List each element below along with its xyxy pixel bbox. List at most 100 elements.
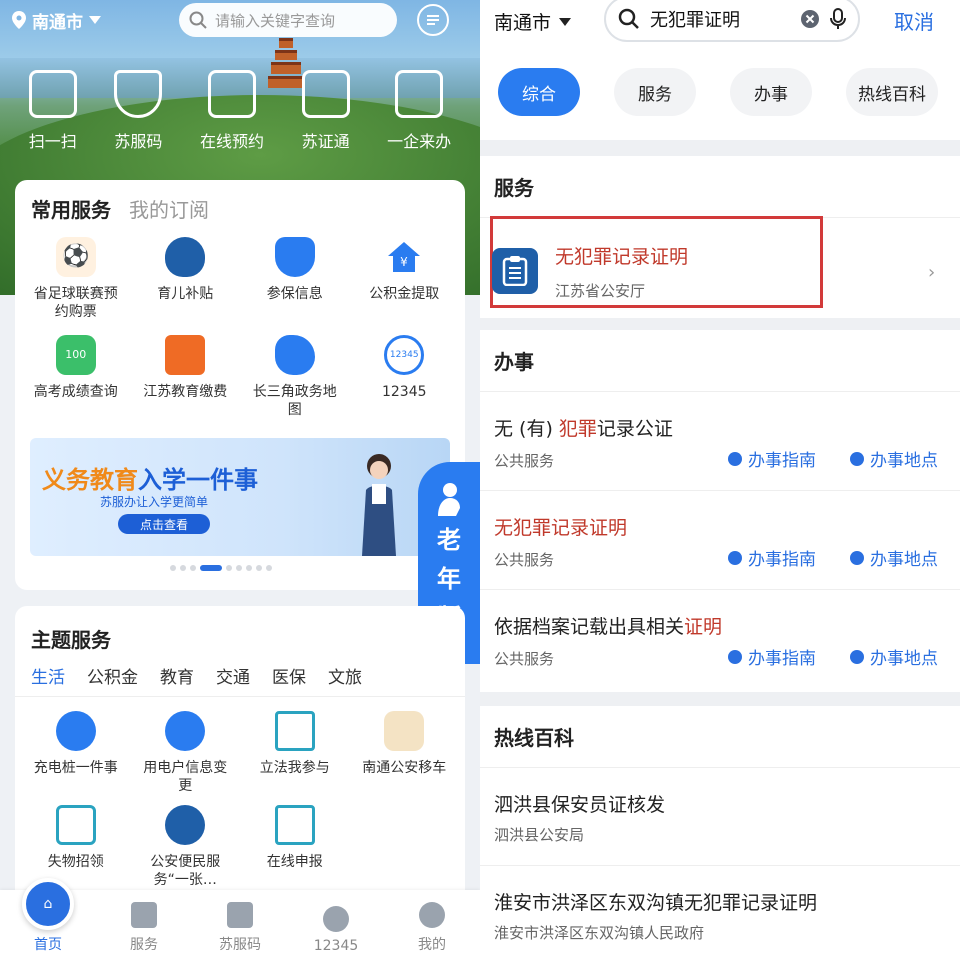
service-childcare-subsidy[interactable]: 育儿补贴 bbox=[131, 237, 241, 321]
guide-link[interactable]: 办事指南 bbox=[728, 545, 816, 570]
bookmark-icon bbox=[131, 902, 157, 928]
hotline-icon bbox=[323, 906, 349, 932]
service-exam-score[interactable]: 100 高考成绩查询 bbox=[21, 335, 131, 419]
theme-online-declare[interactable]: 在线申报 bbox=[240, 805, 350, 887]
nav-mine[interactable]: 我的 bbox=[397, 902, 467, 954]
id-card-icon bbox=[301, 70, 350, 118]
service-education-payment[interactable]: 江苏教育缴费 bbox=[131, 335, 241, 419]
banner-title-a: 义务教育 bbox=[42, 466, 138, 494]
service-label: 用电户信息变更 bbox=[143, 760, 228, 794]
affairs-heading: 办事 bbox=[480, 330, 960, 392]
heart-shield-icon bbox=[114, 70, 163, 118]
nav-label: 苏服码 bbox=[219, 937, 261, 953]
services-section: 服务 无犯罪记录证明 江苏省公安厅 › bbox=[480, 156, 960, 318]
home-topbar: 南通市 请输入关键字查询 bbox=[0, 0, 480, 40]
filter-affairs[interactable]: 办事 bbox=[730, 68, 812, 116]
search-query: 无犯罪证明 bbox=[650, 10, 740, 31]
search-results-screen: 南通市 无犯罪证明 取消 综合 服务 办事 热线百科 服务 无犯罪记录证明 江苏… bbox=[480, 0, 960, 960]
theme-tab-life[interactable]: 生活 bbox=[31, 663, 65, 696]
filter-hotline[interactable]: 热线百科 bbox=[846, 68, 938, 116]
affair-item[interactable]: 依据档案记载出具相关证明 公共服务 办事指南 办事地点 bbox=[480, 590, 960, 689]
tab-common-services[interactable]: 常用服务 bbox=[31, 194, 111, 223]
quick-label: 扫一扫 bbox=[28, 132, 77, 151]
meter-icon bbox=[165, 711, 206, 751]
theme-tab-education[interactable]: 教育 bbox=[160, 663, 194, 696]
affair-item[interactable]: 无 (有) 犯罪记录公证 公共服务 办事指南 办事地点 bbox=[480, 392, 960, 491]
theme-electricity[interactable]: 用电户信息变更 bbox=[131, 711, 241, 795]
tab-my-subscriptions[interactable]: 我的订阅 bbox=[129, 194, 209, 223]
search-input[interactable]: 无犯罪证明 bbox=[604, 0, 860, 42]
quick-enterprise[interactable]: 一企来办 bbox=[387, 70, 451, 152]
hotline-org: 淮安市洪泽区东双沟镇人民政府 bbox=[494, 924, 705, 942]
banner-cta-button[interactable]: 点击查看 bbox=[118, 514, 210, 534]
service-label: 长三角政务地图 bbox=[252, 384, 337, 418]
theme-lost-found[interactable]: 失物招领 bbox=[21, 805, 131, 887]
theme-services-card: 主题服务 生活 公积金 教育 交通 医保 文旅 充电桩一件事 用电户信息变更 立… bbox=[15, 606, 465, 906]
location-pin-icon bbox=[850, 550, 864, 565]
nav-hotline[interactable]: 12345 bbox=[301, 906, 371, 954]
nav-sufuma[interactable]: 苏服码 bbox=[205, 902, 275, 954]
service-housing-fund[interactable]: ¥ 公积金提取 bbox=[350, 237, 460, 321]
location-link[interactable]: 办事地点 bbox=[850, 446, 938, 471]
enrollment-banner[interactable]: 义务教育入学一件事 苏服办让入学更简单 点击查看 bbox=[30, 438, 450, 556]
location-link[interactable]: 办事地点 bbox=[850, 545, 938, 570]
service-result-item[interactable]: 无犯罪记录证明 江苏省公安厅 › bbox=[480, 216, 960, 318]
theme-charging[interactable]: 充电桩一件事 bbox=[21, 711, 131, 795]
qr-code-icon bbox=[227, 902, 253, 928]
region-map-icon bbox=[274, 335, 315, 375]
service-label: 充电桩一件事 bbox=[33, 760, 118, 776]
search-placeholder: 请输入关键字查询 bbox=[215, 11, 336, 30]
theme-tab-medical[interactable]: 医保 bbox=[272, 663, 306, 696]
affair-item[interactable]: 无犯罪记录证明 公共服务 办事指南 办事地点 bbox=[480, 491, 960, 590]
assistant-avatar-image bbox=[362, 454, 396, 556]
service-soccer-tickets[interactable]: ⚽ 省足球联赛预约购票 bbox=[21, 237, 131, 321]
service-label: 省足球联赛预约购票 bbox=[33, 286, 118, 320]
service-yrd-map[interactable]: 长三角政务地图 bbox=[240, 335, 350, 419]
banner-title-b: 入学一件事 bbox=[138, 466, 258, 494]
service-label: 公安便民服务“一张… bbox=[150, 854, 221, 887]
clear-icon[interactable] bbox=[800, 9, 820, 29]
guide-label: 办事指南 bbox=[748, 451, 816, 471]
nav-services[interactable]: 服务 bbox=[109, 902, 179, 954]
hotline-item[interactable]: 淮安市洪泽区东双沟镇无犯罪记录证明 淮安市洪泽区东双沟镇人民政府 bbox=[480, 866, 960, 960]
theme-tab-fund[interactable]: 公积金 bbox=[87, 663, 138, 696]
location-link[interactable]: 办事地点 bbox=[850, 644, 938, 669]
guide-link[interactable]: 办事指南 bbox=[728, 644, 816, 669]
title-highlight: 犯罪 bbox=[558, 418, 597, 440]
chevron-right-icon: › bbox=[928, 262, 936, 283]
theme-police-service[interactable]: 公安便民服务“一张… bbox=[131, 805, 241, 887]
service-label: 在线申报 bbox=[266, 854, 323, 870]
search-input[interactable]: 请输入关键字查询 bbox=[179, 3, 397, 37]
location-pin-icon bbox=[12, 11, 26, 29]
theme-move-car[interactable]: 南通公安移车 bbox=[350, 711, 460, 795]
title-part: 依据档案记载出具相关 bbox=[494, 616, 685, 638]
microphone-icon[interactable] bbox=[830, 8, 846, 30]
filter-all[interactable]: 综合 bbox=[498, 68, 580, 116]
theme-tab-culture[interactable]: 文旅 bbox=[328, 663, 362, 696]
theme-tab-traffic[interactable]: 交通 bbox=[216, 663, 250, 696]
hotline-item[interactable]: 泗洪县保安员证核发 泗洪县公安局 bbox=[480, 768, 960, 866]
theme-legislation[interactable]: 立法我参与 bbox=[240, 711, 350, 795]
quick-scan[interactable]: 扫一扫 bbox=[28, 70, 77, 152]
home-icon[interactable]: ⌂ bbox=[22, 878, 74, 930]
service-12345[interactable]: 12345 12345 bbox=[350, 335, 460, 419]
elder-person-icon bbox=[438, 483, 460, 516]
affairs-section: 办事 无 (有) 犯罪记录公证 公共服务 办事指南 办事地点 无犯罪记录证明 公… bbox=[480, 330, 960, 692]
charging-icon bbox=[55, 711, 96, 751]
document-icon bbox=[492, 248, 538, 294]
filter-services[interactable]: 服务 bbox=[614, 68, 696, 116]
quick-appointment[interactable]: 在线预约 bbox=[200, 70, 264, 152]
cancel-button[interactable]: 取消 bbox=[894, 6, 934, 35]
service-label: 公积金提取 bbox=[369, 286, 440, 302]
graduation-cap-icon bbox=[165, 335, 206, 375]
service-insurance-info[interactable]: 参保信息 bbox=[240, 237, 350, 321]
quick-sufuma[interactable]: 苏服码 bbox=[114, 70, 162, 152]
title-highlight: 无犯罪记录证明 bbox=[494, 517, 628, 539]
location-pin-icon bbox=[850, 451, 864, 466]
chevron-down-icon bbox=[89, 16, 101, 24]
quick-certificate[interactable]: 苏证通 bbox=[301, 70, 350, 152]
guide-link[interactable]: 办事指南 bbox=[728, 446, 816, 471]
message-icon[interactable] bbox=[417, 4, 449, 36]
location-selector[interactable]: 南通市 bbox=[12, 8, 101, 33]
location-selector[interactable]: 南通市 bbox=[494, 8, 572, 35]
